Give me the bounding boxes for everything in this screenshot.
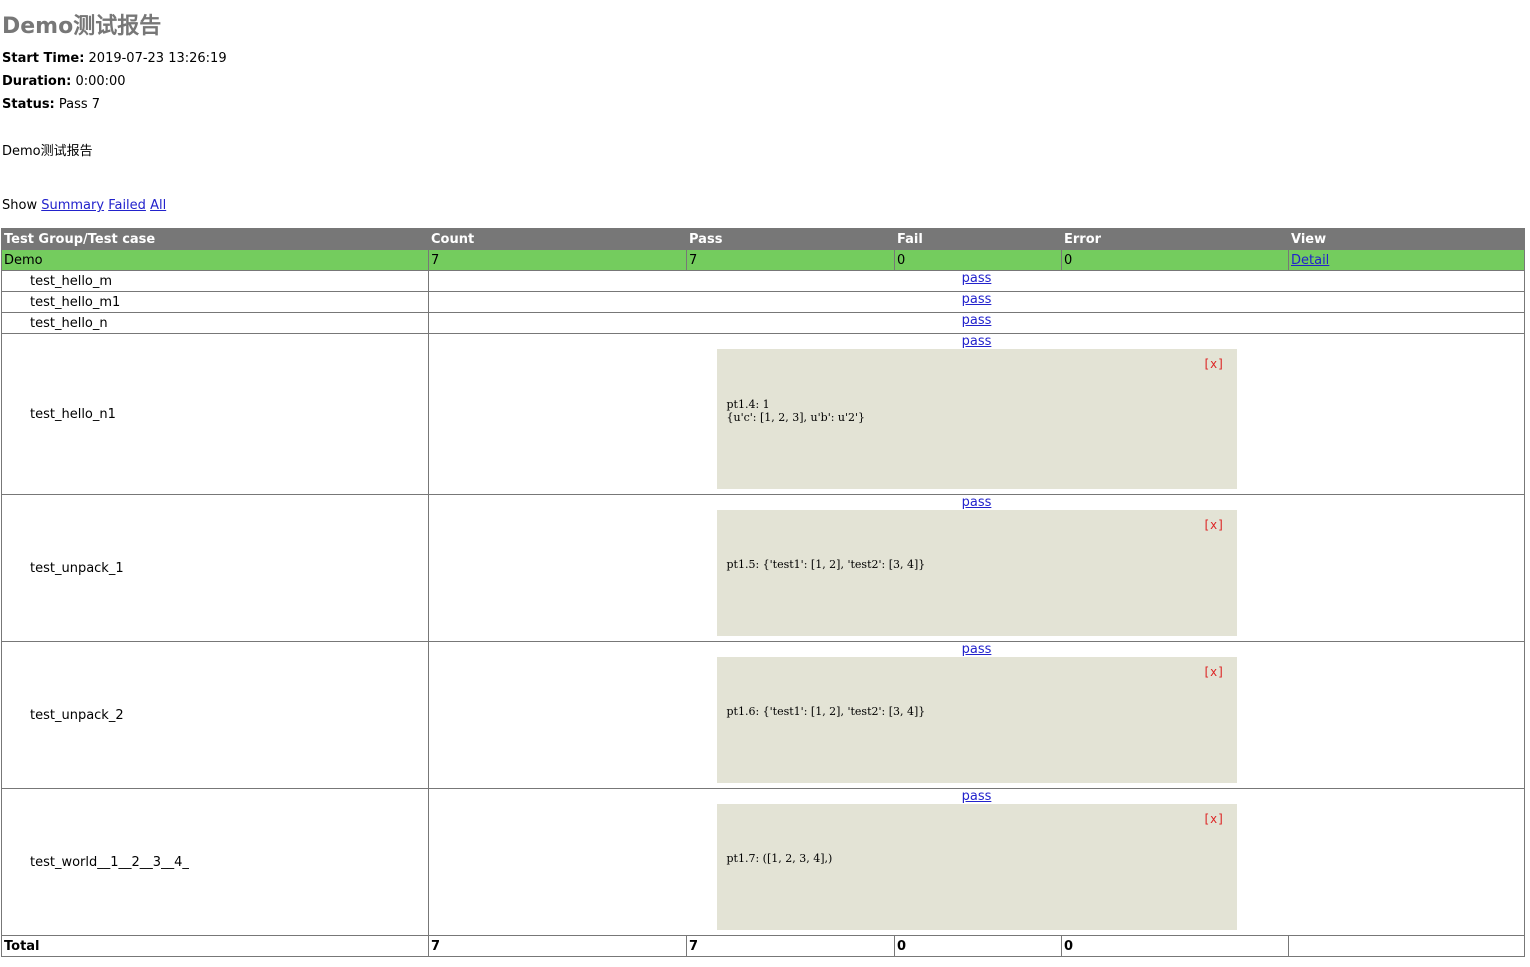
- total-count: 7: [428, 935, 687, 957]
- header-count: Count: [428, 228, 687, 250]
- group-count: 7: [428, 249, 687, 271]
- case-result: pass: [428, 270, 1525, 292]
- table-row: test_unpack_2 pass [x] pt1.6: {'test1': …: [1, 641, 1525, 789]
- case-name: test_unpack_1: [1, 494, 429, 642]
- table-row: test_hello_m1 pass: [1, 291, 1525, 313]
- close-popup-button[interactable]: [x]: [1203, 812, 1225, 826]
- total-view: [1288, 935, 1525, 957]
- duration-label: Duration:: [2, 74, 72, 89]
- all-link[interactable]: All: [150, 198, 166, 213]
- total-label: Total: [1, 935, 429, 957]
- status-row: Status: Pass 7: [2, 97, 100, 112]
- duration-value: 0:00:00: [75, 74, 126, 89]
- start-time-label: Start Time:: [2, 51, 85, 66]
- header-fail: Fail: [894, 228, 1062, 250]
- case-result: pass [x] pt1.4: 1 {u'c': [1, 2, 3], u'b'…: [428, 333, 1525, 495]
- case-name: test_unpack_2: [1, 641, 429, 789]
- table-row: test_hello_n pass: [1, 312, 1525, 334]
- case-name: test_hello_n: [1, 312, 429, 334]
- output-popup: [x] pt1.5: {'test1': [1, 2], 'test2': [3…: [716, 510, 1237, 636]
- filter-bar: Show Summary Failed All: [2, 198, 166, 213]
- total-row: Total 7 7 0 0: [1, 935, 1525, 957]
- table-row: test_world__1__2__3__4_ pass [x] pt1.7: …: [1, 788, 1525, 936]
- case-name: test_world__1__2__3__4_: [1, 788, 429, 936]
- duration-row: Duration: 0:00:00: [2, 74, 126, 89]
- table-row: test_hello_m pass: [1, 270, 1525, 292]
- close-popup-button[interactable]: [x]: [1203, 518, 1225, 532]
- total-fail: 0: [894, 935, 1062, 957]
- output-popup: [x] pt1.4: 1 {u'c': [1, 2, 3], u'b': u'2…: [716, 349, 1237, 489]
- output-text: pt1.5: {'test1': [1, 2], 'test2': [3, 4]…: [726, 558, 926, 571]
- case-result: pass: [428, 312, 1525, 334]
- group-error: 0: [1061, 249, 1289, 271]
- output-text: pt1.6: {'test1': [1, 2], 'test2': [3, 4]…: [726, 705, 926, 718]
- pass-link[interactable]: pass: [962, 292, 992, 307]
- header-pass: Pass: [686, 228, 895, 250]
- summary-link[interactable]: Summary: [41, 198, 104, 213]
- show-label: Show: [2, 198, 38, 213]
- case-name: test_hello_m1: [1, 291, 429, 313]
- failed-link[interactable]: Failed: [108, 198, 146, 213]
- group-fail: 0: [894, 249, 1062, 271]
- pass-link[interactable]: pass: [962, 495, 992, 510]
- start-time-row: Start Time: 2019-07-23 13:26:19: [2, 51, 227, 66]
- table-row: test_hello_n1 pass [x] pt1.4: 1 {u'c': […: [1, 333, 1525, 495]
- case-name: test_hello_m: [1, 270, 429, 292]
- total-pass: 7: [686, 935, 895, 957]
- result-table: Test Group/Test case Count Pass Fail Err…: [1, 228, 1525, 957]
- header-view: View: [1288, 228, 1525, 250]
- pass-link[interactable]: pass: [962, 642, 992, 657]
- header-error: Error: [1061, 228, 1289, 250]
- report-page: Demo测试报告 Start Time: 2019-07-23 13:26:19…: [0, 0, 1530, 967]
- case-result: pass: [428, 291, 1525, 313]
- pass-link[interactable]: pass: [962, 271, 992, 286]
- output-text: pt1.7: ([1, 2, 3, 4],): [726, 852, 833, 865]
- table-row: test_unpack_1 pass [x] pt1.5: {'test1': …: [1, 494, 1525, 642]
- pass-link[interactable]: pass: [962, 334, 992, 349]
- close-popup-button[interactable]: [x]: [1203, 357, 1225, 371]
- output-popup: [x] pt1.7: ([1, 2, 3, 4],): [716, 804, 1237, 930]
- output-text: pt1.4: 1 {u'c': [1, 2, 3], u'b': u'2'}: [726, 398, 866, 424]
- detail-link[interactable]: Detail: [1291, 253, 1329, 268]
- report-description: Demo测试报告: [2, 144, 93, 159]
- close-popup-button[interactable]: [x]: [1203, 665, 1225, 679]
- header-test-case: Test Group/Test case: [1, 228, 429, 250]
- group-row: Demo 7 7 0 0 Detail: [1, 249, 1525, 271]
- pass-link[interactable]: pass: [962, 313, 992, 328]
- case-result: pass [x] pt1.5: {'test1': [1, 2], 'test2…: [428, 494, 1525, 642]
- group-name: Demo: [1, 249, 429, 271]
- start-time-value: 2019-07-23 13:26:19: [88, 51, 227, 66]
- page-title: Demo测试报告: [2, 14, 162, 39]
- status-value: Pass 7: [58, 97, 101, 112]
- pass-link[interactable]: pass: [962, 789, 992, 804]
- case-result: pass [x] pt1.6: {'test1': [1, 2], 'test2…: [428, 641, 1525, 789]
- group-pass: 7: [686, 249, 895, 271]
- total-error: 0: [1061, 935, 1289, 957]
- case-result: pass [x] pt1.7: ([1, 2, 3, 4],): [428, 788, 1525, 936]
- output-popup: [x] pt1.6: {'test1': [1, 2], 'test2': [3…: [716, 657, 1237, 783]
- table-header-row: Test Group/Test case Count Pass Fail Err…: [1, 228, 1525, 250]
- case-name: test_hello_n1: [1, 333, 429, 495]
- status-label: Status:: [2, 97, 55, 112]
- group-view: Detail: [1288, 249, 1525, 271]
